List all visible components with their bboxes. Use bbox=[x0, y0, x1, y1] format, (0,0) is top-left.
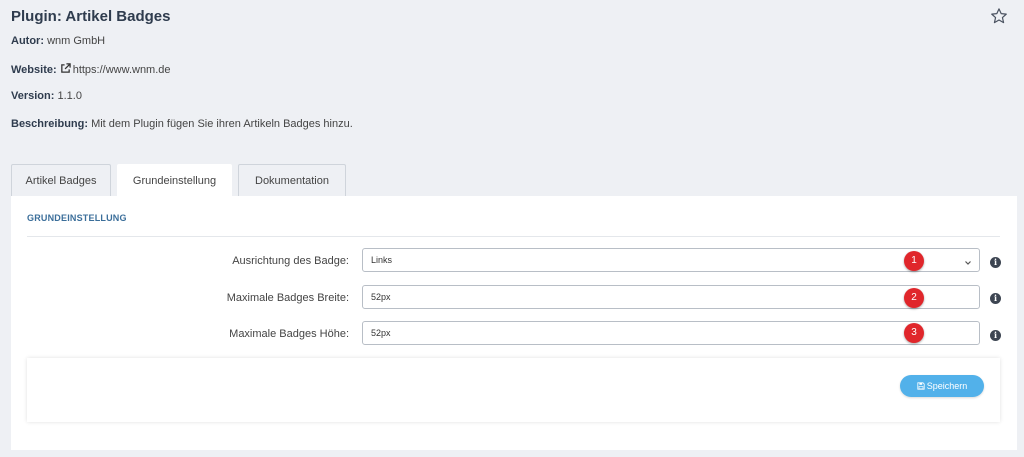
alignment-selected-value: Links bbox=[371, 255, 393, 265]
max-width-label: Maximale Badges Breite: bbox=[226, 292, 349, 304]
step-badge-1: 1 bbox=[904, 251, 924, 271]
version-value: 1.1.0 bbox=[57, 90, 82, 102]
website-link[interactable]: https://www.wnm.de bbox=[73, 64, 171, 76]
max-height-label: Maximale Badges Höhe: bbox=[229, 328, 349, 340]
description-value: Mit dem Plugin fügen Sie ihren Artikeln … bbox=[91, 118, 353, 130]
info-icon[interactable]: i bbox=[990, 257, 1001, 268]
description-row: Beschreibung: Mit dem Plugin fügen Sie i… bbox=[11, 118, 353, 130]
settings-panel: GRUNDEINSTELLUNG Ausrichtung des Badge: … bbox=[11, 196, 1017, 450]
max-height-input[interactable] bbox=[362, 321, 980, 345]
alignment-select[interactable]: Links bbox=[362, 248, 980, 272]
info-icon[interactable]: i bbox=[990, 293, 1001, 304]
step-badge-3: 3 bbox=[904, 323, 924, 343]
tab-grundeinstellung[interactable]: Grundeinstellung bbox=[117, 164, 232, 196]
version-row: Version: 1.1.0 bbox=[11, 90, 82, 102]
save-button[interactable]: Speichern bbox=[900, 375, 984, 397]
author-value: wnm GmbH bbox=[47, 35, 106, 47]
version-label: Version: bbox=[11, 90, 55, 102]
page-title: Plugin: Artikel Badges bbox=[11, 8, 171, 25]
alignment-label: Ausrichtung des Badge: bbox=[232, 255, 349, 267]
section-title: GRUNDEINSTELLUNG bbox=[27, 213, 127, 223]
chevron-down-icon[interactable] bbox=[963, 255, 973, 265]
tab-artikel-badges[interactable]: Artikel Badges bbox=[11, 164, 111, 196]
step-badge-2: 2 bbox=[904, 288, 924, 308]
tab-dokumentation[interactable]: Dokumentation bbox=[238, 164, 346, 196]
author-label: Autor: bbox=[11, 35, 44, 47]
star-icon[interactable] bbox=[990, 7, 1008, 25]
website-label: Website: bbox=[11, 64, 57, 76]
max-width-input[interactable] bbox=[362, 285, 980, 309]
section-divider bbox=[27, 236, 1000, 237]
external-link-icon bbox=[60, 63, 71, 74]
form-footer: Speichern bbox=[27, 358, 1000, 422]
author-row: Autor: wnm GmbH bbox=[11, 35, 105, 47]
save-icon bbox=[917, 382, 925, 390]
description-label: Beschreibung: bbox=[11, 118, 89, 130]
info-icon[interactable]: i bbox=[990, 330, 1001, 341]
save-button-label: Speichern bbox=[926, 381, 968, 391]
website-row: Website: https://www.wnm.de bbox=[11, 63, 171, 76]
